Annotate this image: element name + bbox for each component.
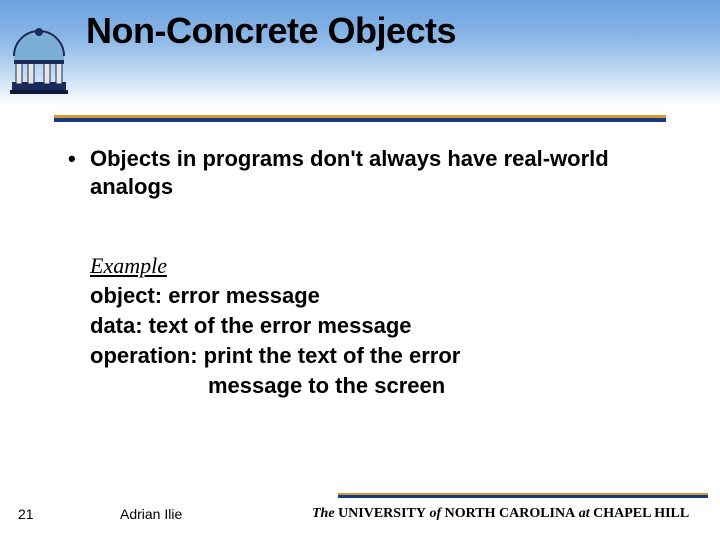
- example-line: message to the screen: [90, 371, 668, 401]
- example-label: Example: [90, 251, 668, 281]
- example-line: data: text of the error message: [90, 311, 668, 341]
- footer-divider: [338, 493, 708, 498]
- bullet-text: Objects in programs don't always have re…: [90, 145, 668, 201]
- example-block: Example object: error message data: text…: [90, 251, 668, 401]
- slide-title: Non-Concrete Objects: [86, 10, 456, 52]
- example-line: object: error message: [90, 281, 668, 311]
- word-at: at: [579, 506, 590, 521]
- example-line: operation: print the text of the error: [90, 341, 668, 371]
- content-area: • Objects in programs don't always have …: [68, 145, 668, 401]
- word-university: UNIVERSITY: [338, 506, 426, 521]
- word-the: The: [312, 506, 335, 521]
- old-well-icon: [8, 18, 70, 94]
- slide-number: 21: [18, 506, 34, 522]
- author-name: Adrian Ilie: [120, 506, 182, 522]
- word-chapel-hill: CHAPEL HILL: [593, 506, 689, 521]
- slide: Non-Concrete Objects • Objects in progra…: [0, 0, 720, 540]
- title-divider: [54, 115, 666, 122]
- word-of: of: [429, 506, 441, 521]
- bullet-item: • Objects in programs don't always have …: [68, 145, 668, 201]
- word-north-carolina: NORTH CAROLINA: [445, 506, 576, 521]
- university-credit: The UNIVERSITY of NORTH CAROLINA at CHAP…: [312, 506, 689, 522]
- bullet-marker: •: [68, 145, 90, 173]
